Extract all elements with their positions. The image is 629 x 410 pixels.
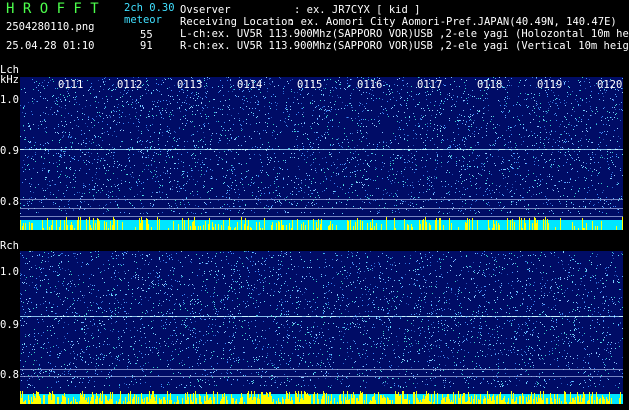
lch-ytick-1: 1.0 <box>0 94 19 106</box>
lch-info: L-ch:ex. UV5R 113.900Mhz(SAPPORO VOR)USB… <box>180 28 629 40</box>
location-value: : ex. Aomori City Aomori-Pref.JAPAN(40.4… <box>288 16 617 28</box>
time-tick-0120: 0120 <box>597 79 623 91</box>
time-tick-0114: 0114 <box>237 79 263 91</box>
rch-ytick-1: 1.0 <box>0 266 19 278</box>
location-key: Receiving Location <box>180 16 294 28</box>
filename: 2504280110.png <box>6 21 95 33</box>
rch-info: R-ch:ex. UV5R 113.900Mhz(SAPPORO VOR)USB… <box>180 40 629 52</box>
rch-ytick-3: 0.8 <box>0 369 19 381</box>
time-tick-0113: 0113 <box>177 79 203 91</box>
khz-unit-label: kHz <box>0 74 19 86</box>
time-tick-0111: 0111 <box>58 79 84 91</box>
observer-value: : ex. JR7CYX [ kid ] <box>294 4 421 16</box>
observer-key: Ovserver <box>180 4 231 16</box>
time-tick-0116: 0116 <box>357 79 383 91</box>
lch-spectrogram <box>20 77 623 230</box>
count-rch: 91 <box>140 40 153 52</box>
time-tick-0115: 0115 <box>297 79 323 91</box>
meteor-label: meteor <box>124 14 162 26</box>
lch-spectrogram-canvas <box>20 77 623 230</box>
rch-spectrogram <box>20 251 623 404</box>
lch-ytick-3: 0.8 <box>0 196 19 208</box>
time-tick-0119: 0119 <box>537 79 563 91</box>
rch-ytick-2: 0.9 <box>0 319 19 331</box>
time-tick-0118: 0118 <box>477 79 503 91</box>
time-tick-0112: 0112 <box>117 79 143 91</box>
rch-spectrogram-canvas <box>20 251 623 404</box>
lch-ytick-2: 0.9 <box>0 145 19 157</box>
rch-label: Rch <box>0 240 19 252</box>
datetime: 25.04.28 01:10 <box>6 40 95 52</box>
mode-label: 2ch 0.30 <box>124 2 175 14</box>
program-title: H R O F F T <box>6 1 99 17</box>
time-tick-0117: 0117 <box>417 79 443 91</box>
